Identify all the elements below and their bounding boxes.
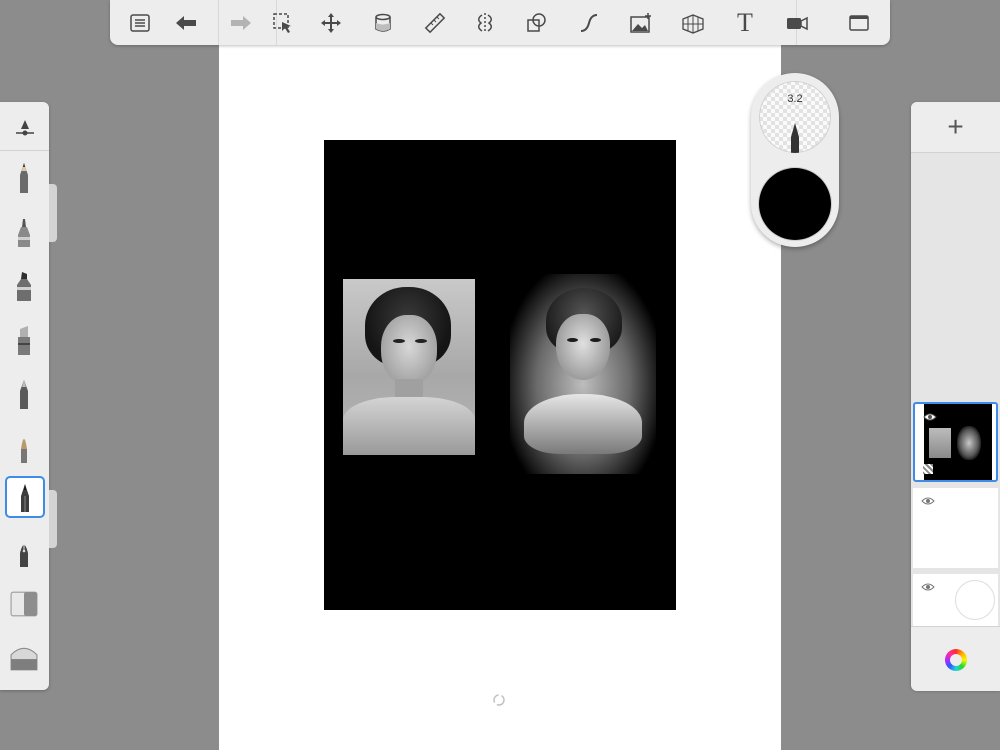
- brush-properties-icon: [16, 120, 34, 136]
- video-camera-icon[interactable]: [784, 10, 810, 36]
- text-icon[interactable]: T: [732, 10, 758, 36]
- add-layer-label: +: [947, 111, 964, 142]
- eye-icon[interactable]: [921, 496, 935, 506]
- felt-pen-icon[interactable]: [5, 476, 45, 518]
- undo-arrow-icon[interactable]: [173, 10, 199, 36]
- felt-pen-nib-icon: [791, 123, 799, 153]
- text-tool-label: T: [737, 8, 753, 37]
- layer-lock-icon: [923, 464, 933, 474]
- redo-arrow-icon[interactable]: [228, 10, 254, 36]
- brush-properties-button[interactable]: [0, 102, 49, 151]
- add-image-icon[interactable]: [628, 10, 654, 36]
- pencil-icon[interactable]: [5, 158, 43, 198]
- brush-palette: [0, 102, 49, 690]
- brush-puck[interactable]: 3.2: [751, 73, 839, 247]
- selection-icon[interactable]: [270, 10, 296, 36]
- ruler-icon[interactable]: [422, 10, 448, 36]
- original-photo: [343, 279, 475, 455]
- restored-photo: [510, 274, 656, 474]
- color-editor-button[interactable]: [911, 626, 1000, 691]
- top-toolbar: T: [110, 0, 890, 45]
- perspective-grid-icon[interactable]: [680, 10, 706, 36]
- curve-icon[interactable]: [576, 10, 602, 36]
- eye-icon[interactable]: [923, 412, 937, 422]
- brush-size-value: 3.2: [787, 93, 803, 105]
- loading-spinner-icon: [492, 693, 506, 707]
- artboard[interactable]: [324, 140, 676, 610]
- marker-icon[interactable]: [5, 266, 43, 306]
- symmetry-icon[interactable]: [472, 10, 498, 36]
- brush-palette-scroll-handle-top[interactable]: [49, 184, 57, 242]
- add-layer-button[interactable]: +: [911, 102, 1000, 153]
- list-icon[interactable]: [127, 10, 153, 36]
- hard-eraser-icon[interactable]: [5, 584, 43, 624]
- layer-thumbnail-3[interactable]: [913, 574, 998, 626]
- layer-preview: [955, 580, 995, 620]
- fullscreen-icon[interactable]: [846, 10, 872, 36]
- fountain-pen-icon[interactable]: [5, 532, 43, 572]
- soft-eraser-icon[interactable]: [5, 638, 43, 678]
- ballpoint-pen-icon[interactable]: [5, 374, 43, 414]
- eye-icon[interactable]: [921, 582, 935, 592]
- move-arrows-icon[interactable]: [318, 10, 344, 36]
- layer-panel: +: [911, 102, 1000, 691]
- brush-size-control[interactable]: 3.2: [759, 81, 831, 153]
- layer-thumbnail-1[interactable]: [913, 402, 998, 482]
- airbrush-icon[interactable]: [5, 212, 43, 252]
- brush-palette-scroll-handle-bottom[interactable]: [49, 490, 57, 548]
- brush-color-swatch[interactable]: [759, 168, 831, 240]
- shapes-icon[interactable]: [524, 10, 550, 36]
- chisel-marker-icon[interactable]: [5, 320, 43, 360]
- layer-thumbnail-2[interactable]: [913, 488, 998, 568]
- color-wheel-icon: [945, 649, 967, 671]
- paintbrush-icon[interactable]: [5, 428, 43, 468]
- fill-bucket-icon[interactable]: [370, 10, 396, 36]
